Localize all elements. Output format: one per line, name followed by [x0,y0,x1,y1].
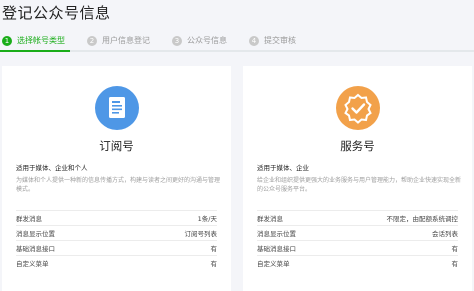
step-label: 公众号信息 [187,36,227,45]
feature-row: 基础消息接口 有 [16,240,217,255]
step-label: 选择帐号类型 [17,36,65,45]
feature-value: 有 [451,245,459,253]
feature-row: 消息显示位置 订阅号列表 [16,225,217,240]
account-description: 给企业和组织提供更强大的业务服务与用户管理能力，帮助企业快速实现全新的公众号服务… [257,177,462,193]
feature-row: 群发消息 1条/天 [16,210,217,225]
feature-label: 自定义菜单 [257,260,290,268]
feature-row: 群发消息 不限定，由配额系统调控 [257,210,458,225]
feature-value: 1条/天 [197,215,217,223]
step-label: 提交审核 [264,36,296,45]
step-number: 3 [172,35,182,46]
document-icon [94,86,139,130]
suitable-for-text: 适用于媒体、企业 [257,164,309,172]
subscription-account-card[interactable]: 订阅号 适用于媒体、企业和个人 为媒体和个人提供一种新的信息传播方式，构建与读者… [2,66,231,291]
feature-label: 基础消息接口 [257,245,296,253]
step-user-info: 2 用户信息登记 [87,35,150,46]
feature-label: 基础消息接口 [16,245,55,253]
step-progress-track [0,50,474,52]
feature-label: 消息显示位置 [257,230,296,238]
feature-value: 有 [210,245,218,253]
step-label: 用户信息登记 [102,36,150,45]
step-progress-fill [0,50,70,52]
account-type-name: 订阅号 [99,139,134,153]
feature-row: 基础消息接口 有 [257,240,458,255]
feature-label: 自定义菜单 [16,260,49,268]
step-number: 1 [2,35,12,46]
step-number: 2 [87,35,97,46]
feature-value: 会话列表 [432,230,458,238]
suitable-for-text: 适用于媒体、企业和个人 [16,164,88,172]
step-submit-review: 4 提交审核 [249,35,296,46]
feature-value: 有 [210,260,218,268]
feature-row: 消息显示位置 会话列表 [257,225,458,240]
feature-value: 有 [451,260,459,268]
step-select-account-type: 1 选择帐号类型 [2,35,65,46]
feature-value: 订阅号列表 [184,230,218,238]
feature-list: 群发消息 不限定，由配额系统调控 消息显示位置 会话列表 基础消息接口 有 自定… [257,210,458,270]
verified-badge-icon [335,86,380,130]
page-title: 登记公众号信息 [2,4,111,22]
feature-label: 消息显示位置 [16,230,55,238]
feature-label: 群发消息 [16,215,42,223]
feature-label: 群发消息 [257,215,283,223]
feature-value: 不限定，由配额系统调控 [386,215,459,223]
feature-row: 自定义菜单 有 [257,255,458,270]
step-account-info: 3 公众号信息 [172,35,227,46]
account-type-name: 服务号 [340,139,375,153]
account-description: 为媒体和个人提供一种新的信息传播方式，构建与读者之间更好的沟通与管理模式。 [16,177,221,193]
step-indicator: 1 选择帐号类型 2 用户信息登记 3 公众号信息 4 提交审核 [0,33,474,48]
feature-list: 群发消息 1条/天 消息显示位置 订阅号列表 基础消息接口 有 自定义菜单 有 [16,210,217,270]
service-account-card[interactable]: 服务号 适用于媒体、企业 给企业和组织提供更强大的业务服务与用户管理能力，帮助企… [243,66,472,291]
step-number: 4 [249,35,259,46]
feature-row: 自定义菜单 有 [16,255,217,270]
